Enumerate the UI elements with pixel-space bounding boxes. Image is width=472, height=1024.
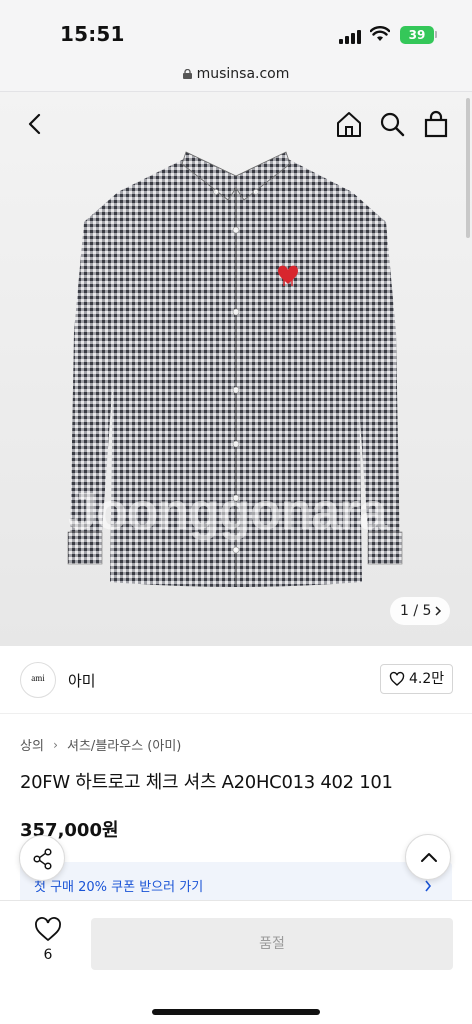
url-text: musinsa.com (196, 66, 290, 82)
home-icon[interactable] (335, 110, 363, 138)
page-indicator-text: 1 / 5 (400, 603, 432, 619)
chevron-up-icon (421, 853, 437, 862)
shopping-bag-icon[interactable] (422, 110, 450, 138)
heart-outline-icon (389, 671, 405, 686)
product-image (67, 151, 403, 587)
share-icon (33, 848, 52, 870)
scroll-to-top-button[interactable] (405, 834, 451, 880)
chevron-right-icon: › (53, 737, 58, 752)
chevron-right-icon (425, 880, 432, 892)
brand-logo[interactable]: ami (20, 662, 56, 698)
status-time: 15:51 (60, 22, 125, 46)
breadcrumb-subcategory[interactable]: 셔츠/블라우스 (아미) (67, 735, 181, 754)
coupon-banner[interactable]: 첫 구매 20% 쿠폰 받으러 가기 (20, 862, 452, 900)
wifi-icon (370, 26, 390, 41)
brand-row: ami 아미 4.2만 (0, 646, 472, 714)
breadcrumb-category[interactable]: 상의 (20, 735, 44, 754)
wishlist-heart-icon[interactable] (34, 917, 62, 943)
sold-out-button[interactable]: 품절 (91, 918, 453, 970)
brand-like-button[interactable]: 4.2만 (380, 664, 453, 694)
scroll-indicator[interactable] (466, 98, 470, 238)
coupon-text: 첫 구매 20% 쿠폰 받으러 가기 (34, 880, 204, 895)
brand-like-count: 4.2만 (409, 671, 445, 687)
brand-name[interactable]: 아미 (68, 670, 96, 691)
status-bar: 15:51 39 (0, 0, 472, 60)
lock-icon (182, 69, 192, 79)
battery-tip (435, 31, 437, 38)
breadcrumb: 상의 › 셔츠/블라우스 (아미) (20, 735, 181, 755)
bottom-action-bar: 6 품절 (0, 900, 472, 1024)
address-bar[interactable]: musinsa.com (0, 60, 472, 92)
home-indicator (152, 1009, 320, 1015)
product-image-gallery[interactable]: Joonggonara 1 / 5 (0, 92, 472, 646)
wishlist-count: 6 (43, 947, 53, 963)
watermark: Joonggonara (68, 483, 387, 541)
page-indicator[interactable]: 1 / 5 (390, 597, 450, 625)
search-icon[interactable] (378, 110, 406, 138)
back-icon[interactable] (22, 110, 50, 138)
brand-logo-text: ami (31, 673, 45, 683)
product-title: 20FW 하트로고 체크 셔츠 A20HC013 402 101 (20, 772, 393, 793)
battery-icon: 39 (400, 26, 434, 44)
cellular-signal-icon (339, 30, 361, 44)
chevron-right-icon (435, 606, 442, 616)
share-button[interactable] (19, 835, 65, 881)
